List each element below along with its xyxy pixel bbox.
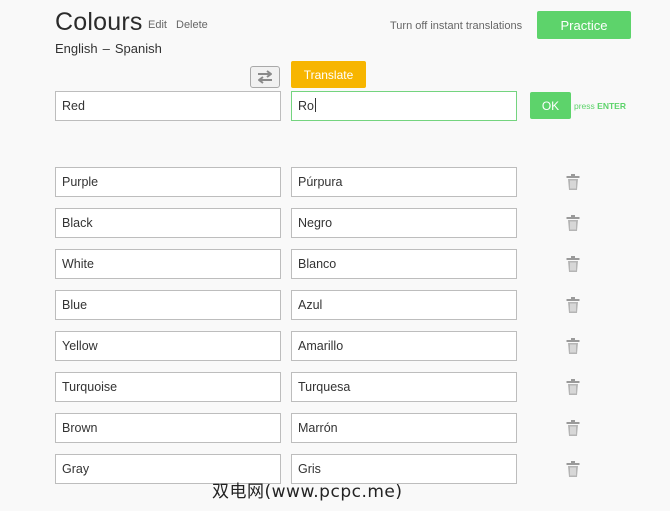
word-target-field[interactable]: Amarillo [291,331,517,361]
word-target-field[interactable]: Turquesa [291,372,517,402]
trash-icon[interactable] [566,256,580,272]
trash-icon[interactable] [566,174,580,190]
word-target-field[interactable]: Blanco [291,249,517,279]
ok-button[interactable]: OK [530,92,571,119]
trash-icon[interactable] [566,215,580,231]
word-target-field[interactable]: Marrón [291,413,517,443]
edit-link[interactable]: Edit [148,19,167,31]
practice-button[interactable]: Practice [537,11,631,39]
new-word-target-input[interactable]: Ro [291,91,517,121]
source-language: English [55,41,98,56]
trash-icon[interactable] [566,420,580,436]
new-word-source-input[interactable]: Red [55,91,281,121]
word-source-field[interactable]: White [55,249,281,279]
trash-icon[interactable] [566,297,580,313]
swap-languages-button[interactable] [250,66,280,88]
trash-icon[interactable] [566,461,580,477]
target-input-text: Ro [298,99,314,113]
word-source-field[interactable]: Purple [55,167,281,197]
word-source-field[interactable]: Black [55,208,281,238]
target-language: Spanish [114,41,162,56]
word-target-field[interactable]: Púrpura [291,167,517,197]
word-target-field[interactable]: Negro [291,208,517,238]
language-separator: – [102,41,110,56]
watermark: 双电网(www.pcpc.me) [212,482,403,502]
word-source-field[interactable]: Blue [55,290,281,320]
vocabulary-page: Colours Edit Delete English – Spanish Turn… [0,0,670,511]
page-title: Colours [55,8,143,36]
word-source-field[interactable]: Yellow [55,331,281,361]
word-source-field[interactable]: Brown [55,413,281,443]
trash-icon[interactable] [566,379,580,395]
delete-link[interactable]: Delete [176,19,208,31]
translate-button[interactable]: Translate [291,61,366,88]
language-pair: English – Spanish [55,41,162,56]
swap-arrows-icon [258,70,272,84]
word-target-field[interactable]: Azul [291,290,517,320]
turn-off-instant-translations-link[interactable]: Turn off instant translations [390,20,522,32]
press-enter-hint: press ENTER [574,101,626,111]
press-label: press [574,101,595,111]
enter-key-label: ENTER [597,101,626,111]
word-source-field[interactable]: Turquoise [55,372,281,402]
trash-icon[interactable] [566,338,580,354]
text-caret [314,98,316,112]
